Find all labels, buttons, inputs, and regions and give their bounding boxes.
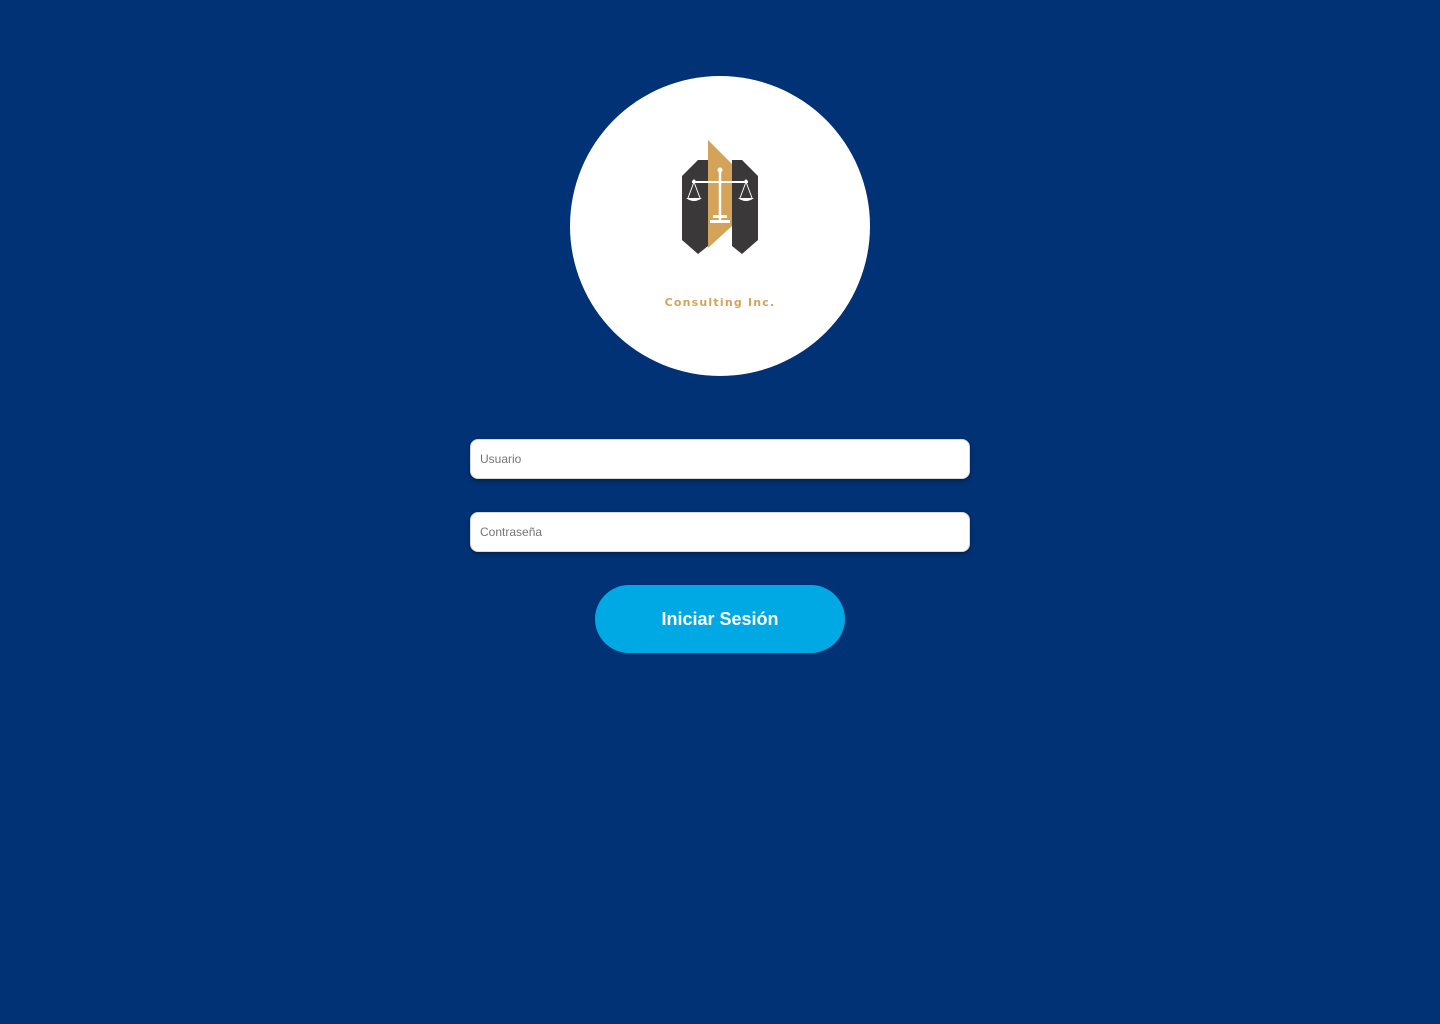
username-input[interactable] bbox=[470, 439, 970, 479]
scales-of-justice-logo-icon bbox=[682, 140, 758, 254]
login-button[interactable]: Iniciar Sesión bbox=[595, 585, 845, 653]
logo-circle: Consulting Inc. bbox=[570, 76, 870, 376]
password-input[interactable] bbox=[470, 512, 970, 552]
company-name: Consulting Inc. bbox=[664, 296, 776, 309]
